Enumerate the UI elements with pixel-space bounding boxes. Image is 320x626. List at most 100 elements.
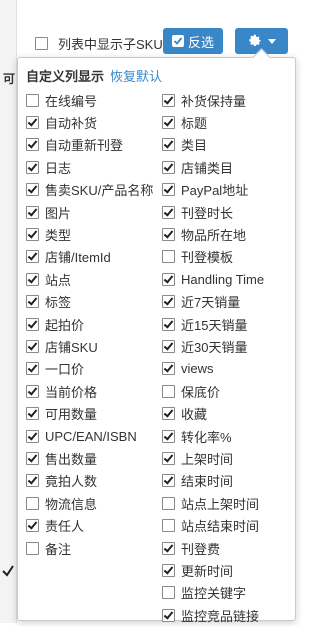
show-sub-sku-checkbox[interactable]	[35, 37, 48, 50]
column-option-checkbox[interactable]	[26, 317, 39, 331]
column-option[interactable]: 备注	[26, 537, 162, 559]
column-option-checkbox[interactable]	[162, 541, 175, 555]
column-option[interactable]: 转化率%	[162, 425, 292, 447]
column-option[interactable]: 图片	[26, 201, 162, 223]
column-option[interactable]: 当前价格	[26, 380, 162, 402]
column-option[interactable]: 物流信息	[26, 492, 162, 514]
restore-default-link[interactable]: 恢复默认	[110, 66, 162, 85]
column-option-label: 物品所在地	[181, 228, 247, 244]
column-option[interactable]: 一口价	[26, 358, 162, 380]
column-option-checkbox[interactable]	[162, 519, 175, 533]
column-option-checkbox[interactable]	[26, 228, 39, 242]
column-option-checkbox[interactable]	[162, 272, 175, 286]
column-option[interactable]: 结束时间	[162, 470, 292, 492]
column-option-checkbox[interactable]	[26, 429, 39, 443]
column-option-checkbox[interactable]	[26, 295, 39, 309]
column-option-checkbox[interactable]	[162, 317, 175, 331]
column-option-label: 图片	[45, 205, 72, 221]
column-option-checkbox[interactable]	[162, 93, 175, 107]
column-option[interactable]: 站点	[26, 268, 162, 290]
column-option[interactable]: 可用数量	[26, 402, 162, 424]
column-option[interactable]: 店铺/ItemId	[26, 246, 162, 268]
column-option-checkbox[interactable]	[162, 362, 175, 376]
column-option[interactable]: 店铺SKU	[26, 335, 162, 357]
column-option-checkbox[interactable]	[162, 474, 175, 488]
column-option[interactable]: 售卖SKU/产品名称	[26, 179, 162, 201]
column-option[interactable]: 类型	[26, 223, 162, 245]
column-option-checkbox[interactable]	[26, 339, 39, 353]
column-option-checkbox[interactable]	[26, 541, 39, 555]
column-option-label: 监控关键字	[181, 586, 247, 602]
column-option[interactable]: 补货保持量	[162, 89, 292, 111]
column-option-checkbox[interactable]	[162, 205, 175, 219]
column-option-checkbox[interactable]	[162, 451, 175, 465]
column-option[interactable]: 售出数量	[26, 447, 162, 469]
column-option[interactable]: 近15天销量	[162, 313, 292, 335]
column-option[interactable]: 更新时间	[162, 559, 292, 581]
column-option[interactable]: UPC/EAN/ISBN	[26, 425, 162, 447]
column-option-checkbox[interactable]	[26, 451, 39, 465]
column-option[interactable]: 起拍价	[26, 313, 162, 335]
column-option-checkbox[interactable]	[26, 183, 39, 197]
column-option-checkbox[interactable]	[162, 228, 175, 242]
column-option[interactable]: 竟拍人数	[26, 470, 162, 492]
invert-selection-button[interactable]: 反选	[163, 28, 223, 54]
column-option-checkbox[interactable]	[162, 586, 175, 600]
column-option-checkbox[interactable]	[26, 272, 39, 286]
column-option[interactable]: 自动重新刊登	[26, 134, 162, 156]
column-option-checkbox[interactable]	[26, 205, 39, 219]
column-option[interactable]: 在线编号	[26, 89, 162, 111]
column-option-checkbox[interactable]	[162, 183, 175, 197]
column-option[interactable]: 刊登时长	[162, 201, 292, 223]
column-option-checkbox[interactable]	[162, 608, 175, 622]
column-option[interactable]: 物品所在地	[162, 223, 292, 245]
column-option[interactable]: 责任人	[26, 514, 162, 536]
show-sub-sku-toggle[interactable]: 列表中显示子SKU	[35, 34, 163, 53]
column-option[interactable]: 标题	[162, 111, 292, 133]
column-option[interactable]: 类目	[162, 134, 292, 156]
column-option[interactable]: 站点上架时间	[162, 492, 292, 514]
column-option[interactable]: 刊登模板	[162, 246, 292, 268]
column-option-checkbox[interactable]	[162, 250, 175, 264]
column-option[interactable]: views	[162, 358, 292, 380]
column-option-checkbox[interactable]	[26, 138, 39, 152]
column-option-checkbox[interactable]	[26, 250, 39, 264]
column-option[interactable]: Handling Time	[162, 268, 292, 290]
column-option[interactable]: 近7天销量	[162, 291, 292, 313]
column-option[interactable]: 日志	[26, 156, 162, 178]
column-option-checkbox[interactable]	[162, 429, 175, 443]
column-option[interactable]: 站点结束时间	[162, 514, 292, 536]
column-option-checkbox[interactable]	[162, 339, 175, 353]
column-option[interactable]: 刊登费	[162, 537, 292, 559]
column-option-checkbox[interactable]	[26, 93, 39, 107]
column-option[interactable]: 监控关键字	[162, 582, 292, 604]
column-option[interactable]: 近30天销量	[162, 335, 292, 357]
column-option-checkbox[interactable]	[162, 116, 175, 130]
column-option[interactable]: 标签	[26, 291, 162, 313]
column-option-checkbox[interactable]	[162, 407, 175, 421]
column-option[interactable]: 上架时间	[162, 447, 292, 469]
column-option-checkbox[interactable]	[162, 160, 175, 174]
column-option-checkbox[interactable]	[26, 496, 39, 510]
column-option[interactable]: 店铺类目	[162, 156, 292, 178]
column-option-checkbox[interactable]	[26, 116, 39, 130]
column-option-label: 售卖SKU/产品名称	[45, 183, 154, 199]
column-option-checkbox[interactable]	[26, 474, 39, 488]
column-option[interactable]: 保底价	[162, 380, 292, 402]
column-option-checkbox[interactable]	[162, 496, 175, 510]
column-option-checkbox[interactable]	[162, 138, 175, 152]
column-option-checkbox[interactable]	[162, 384, 175, 398]
column-option-checkbox[interactable]	[26, 160, 39, 174]
column-option-checkbox[interactable]	[26, 519, 39, 533]
column-option[interactable]: 收藏	[162, 402, 292, 424]
column-option-label: 站点结束时间	[181, 519, 260, 535]
column-option-checkbox[interactable]	[26, 362, 39, 376]
column-option-checkbox[interactable]	[26, 384, 39, 398]
dropdown-title: 自定义列显示	[26, 69, 105, 84]
column-option-checkbox[interactable]	[26, 407, 39, 421]
column-option[interactable]: 自动补货	[26, 111, 162, 133]
column-option[interactable]: PayPal地址	[162, 179, 292, 201]
column-option-label: 刊登模板	[181, 250, 234, 266]
column-option-checkbox[interactable]	[162, 563, 175, 577]
column-option-checkbox[interactable]	[162, 295, 175, 309]
